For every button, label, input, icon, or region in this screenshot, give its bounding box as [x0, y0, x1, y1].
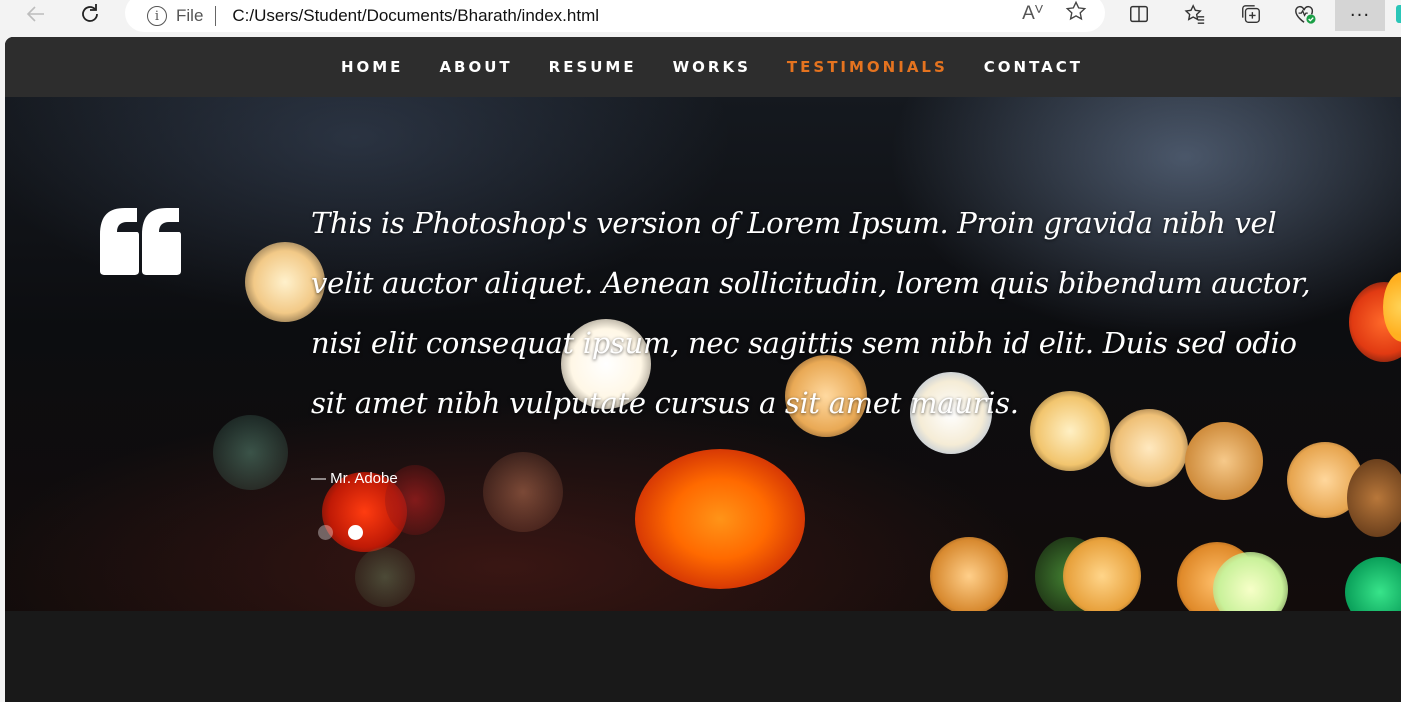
nav-testimonials[interactable]: TESTIMONIALS	[787, 58, 948, 76]
testimonials-section: This is Photoshop's version of Lorem Ips…	[5, 97, 1401, 611]
nav-resume[interactable]: RESUME	[549, 58, 637, 76]
main-nav: HOME ABOUT RESUME WORKS TESTIMONIALS CON…	[5, 37, 1401, 97]
nav-home[interactable]: HOME	[341, 58, 403, 76]
browser-toolbar: i File C:/Users/Student/Documents/Bharat…	[0, 0, 1401, 37]
browser-essentials-icon[interactable]	[1290, 0, 1320, 28]
nav-contact[interactable]: CONTACT	[984, 58, 1083, 76]
split-screen-icon[interactable]	[1124, 0, 1154, 28]
back-icon[interactable]	[20, 0, 52, 28]
favorites-icon[interactable]	[1180, 0, 1210, 28]
address-separator	[215, 6, 217, 26]
more-icon[interactable]: ···	[1335, 0, 1385, 31]
favorite-star-icon[interactable]	[1065, 0, 1087, 26]
refresh-icon[interactable]	[74, 0, 106, 28]
info-icon[interactable]: i	[147, 6, 167, 26]
testimonial-author: — Mr. Adobe	[311, 470, 398, 487]
address-bar[interactable]: i File C:/Users/Student/Documents/Bharat…	[125, 0, 1105, 32]
slider-dot-1[interactable]	[318, 525, 333, 540]
address-url[interactable]: C:/Users/Student/Documents/Bharath/index…	[232, 6, 599, 26]
collections-icon[interactable]	[1236, 0, 1266, 28]
address-scheme: File	[176, 6, 204, 25]
quote-icon	[97, 205, 183, 281]
nav-about[interactable]: ABOUT	[439, 58, 512, 76]
page-viewport: HOME ABOUT RESUME WORKS TESTIMONIALS CON…	[5, 37, 1401, 702]
copilot-icon[interactable]	[1396, 5, 1401, 23]
testimonial-quote: This is Photoshop's version of Lorem Ips…	[311, 206, 1311, 420]
read-aloud-icon[interactable]: Aⱽ	[1022, 2, 1043, 25]
slider-dot-2-active[interactable]	[348, 525, 363, 540]
nav-works[interactable]: WORKS	[673, 58, 751, 76]
